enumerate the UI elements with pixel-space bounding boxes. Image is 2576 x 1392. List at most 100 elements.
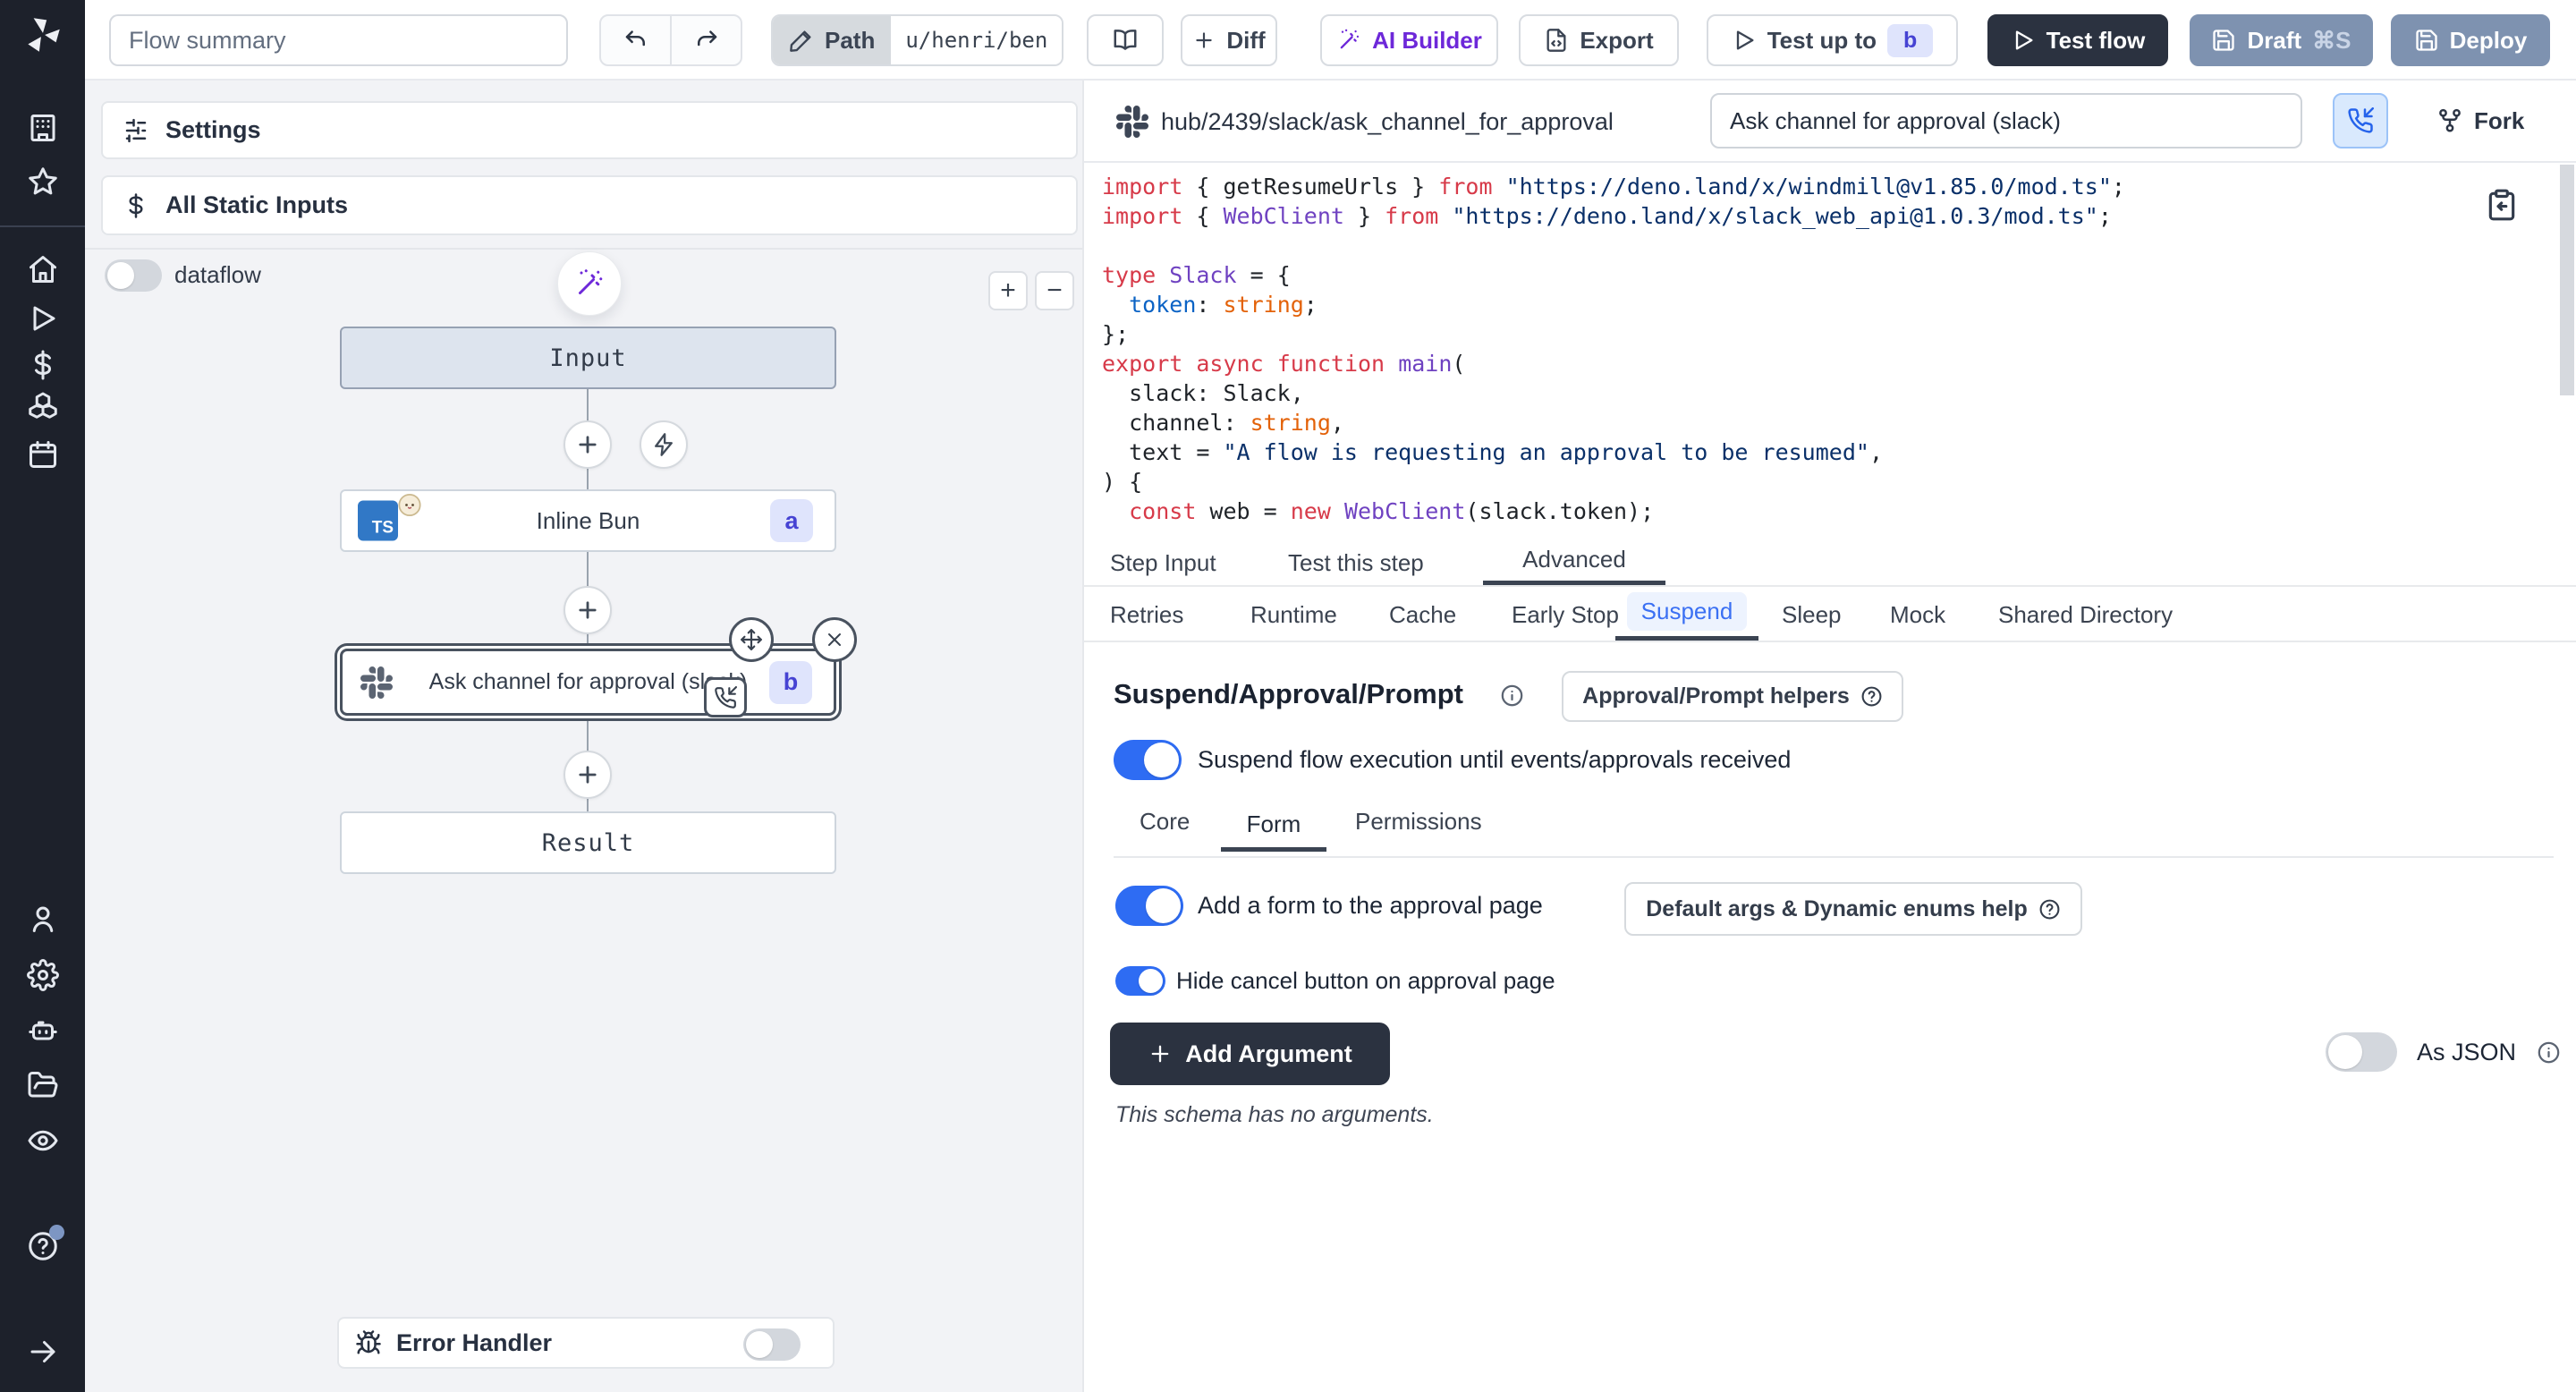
- subtab-cache[interactable]: Cache: [1389, 587, 1456, 642]
- step-node-a[interactable]: TS Inline Bun a: [340, 489, 836, 552]
- favorites-star-icon[interactable]: [27, 166, 59, 198]
- ai-flow-wand-button[interactable]: [557, 251, 622, 316]
- input-node[interactable]: Input: [340, 327, 836, 389]
- subtab-early-stop[interactable]: Early Stop: [1512, 587, 1619, 642]
- step-name-input[interactable]: [1710, 93, 2302, 149]
- zoom-out-button[interactable]: −: [1035, 271, 1074, 310]
- workers-bot-icon[interactable]: [27, 1014, 59, 1047]
- collapse-arrow-icon[interactable]: [27, 1336, 59, 1368]
- dataflow-toggle[interactable]: [105, 259, 162, 292]
- scrollbar-thumb[interactable]: [2560, 165, 2574, 395]
- question-circle-icon: [2038, 898, 2061, 921]
- tab-advanced-active[interactable]: Advanced: [1483, 539, 1665, 585]
- suspend-section-title: Suspend/Approval/Prompt: [1114, 678, 1463, 710]
- schedules-calendar-icon[interactable]: [27, 438, 59, 471]
- copy-code-button[interactable]: [2485, 188, 2519, 222]
- move-step-button[interactable]: [729, 617, 774, 662]
- hide-cancel-toggle[interactable]: [1115, 966, 1165, 996]
- info-icon[interactable]: [1500, 683, 1524, 708]
- draft-shortcut: ⌘S: [2312, 27, 2351, 55]
- runs-play-icon[interactable]: [27, 302, 59, 335]
- flow-edge: [587, 552, 589, 586]
- folders-icon[interactable]: [27, 1069, 59, 1101]
- path-button-group[interactable]: Path u/henri/ben: [771, 14, 1063, 66]
- path-button[interactable]: Path: [773, 16, 891, 64]
- insert-step-button[interactable]: [564, 586, 612, 634]
- suspend-tab-form-active[interactable]: Form: [1221, 805, 1326, 852]
- undo-button[interactable]: [601, 16, 672, 64]
- subtab-shared-directory[interactable]: Shared Directory: [1998, 587, 2173, 642]
- diff-button-label: Diff: [1226, 27, 1265, 55]
- bun-icon: [397, 493, 422, 518]
- add-argument-button[interactable]: Add Argument: [1110, 1023, 1390, 1085]
- zoom-in-button[interactable]: +: [988, 271, 1028, 310]
- subtab-retries[interactable]: Retries: [1110, 587, 1183, 642]
- tab-step-input[interactable]: Step Input: [1110, 539, 1216, 587]
- suspend-flow-toggle[interactable]: [1114, 740, 1182, 780]
- redo-button[interactable]: [672, 16, 741, 64]
- play-icon: [1732, 28, 1757, 53]
- approval-prompt-helpers-button[interactable]: Approval/Prompt helpers: [1562, 671, 1903, 722]
- windmill-flow-editor: Path u/henri/ben Diff AI Builder Export …: [0, 0, 2576, 1392]
- insert-step-button[interactable]: [564, 751, 612, 799]
- path-value[interactable]: u/henri/ben: [891, 16, 1062, 64]
- settings-gear-icon[interactable]: [27, 959, 59, 991]
- draft-button[interactable]: Draft ⌘S: [2190, 14, 2373, 66]
- trigger-zap-button[interactable]: [640, 420, 688, 469]
- audit-eye-icon[interactable]: [27, 1125, 59, 1157]
- flow-edge: [587, 469, 589, 489]
- suspend-phone-button[interactable]: [2333, 93, 2388, 149]
- phone-incoming-icon: [2347, 107, 2374, 134]
- test-up-to-button[interactable]: Test up to b: [1707, 14, 1958, 66]
- error-handler-card[interactable]: Error Handler: [337, 1317, 835, 1369]
- section-divider: [1114, 856, 2554, 858]
- insert-step-button[interactable]: [564, 420, 612, 469]
- ai-builder-button[interactable]: AI Builder: [1320, 14, 1498, 66]
- result-node[interactable]: Result: [340, 811, 836, 874]
- plus-icon: [575, 432, 600, 457]
- fork-button[interactable]: Fork: [2436, 93, 2524, 149]
- as-json-toggle[interactable]: [2326, 1032, 2397, 1072]
- subtab-suspend-label: Suspend: [1627, 592, 1748, 631]
- toolbar: Path u/henri/ben Diff AI Builder Export …: [85, 0, 2576, 81]
- workspace-icon[interactable]: [27, 112, 59, 144]
- resources-boxes-icon[interactable]: [27, 391, 59, 423]
- subtab-mock[interactable]: Mock: [1890, 587, 1945, 642]
- default-args-help-button[interactable]: Default args & Dynamic enums help: [1624, 882, 2082, 936]
- info-icon[interactable]: [2537, 1040, 2561, 1065]
- input-node-label: Input: [549, 344, 626, 372]
- help-icon[interactable]: [27, 1230, 59, 1262]
- all-static-inputs-card[interactable]: All Static Inputs: [101, 175, 1078, 235]
- delete-step-button[interactable]: [812, 617, 857, 662]
- home-icon[interactable]: [27, 253, 59, 285]
- export-button[interactable]: Export: [1519, 14, 1679, 66]
- plus-icon: [575, 762, 600, 787]
- suspend-phone-indicator[interactable]: [704, 677, 747, 717]
- move-icon: [740, 628, 763, 651]
- deploy-label: Deploy: [2450, 27, 2528, 55]
- typescript-bun-icon: TS: [358, 501, 398, 541]
- help-notification-dot: [49, 1225, 64, 1240]
- plus-icon: [575, 598, 600, 623]
- diff-button[interactable]: Diff: [1181, 14, 1277, 66]
- add-form-toggle[interactable]: [1115, 886, 1183, 926]
- deploy-button[interactable]: Deploy: [2391, 14, 2550, 66]
- suspend-tab-core[interactable]: Core: [1140, 805, 1190, 837]
- code-editor-area[interactable]: import { getResumeUrls } from "https://d…: [1084, 165, 2576, 539]
- clipboard-paste-icon: [2485, 188, 2519, 222]
- flow-summary-input[interactable]: [109, 14, 568, 66]
- flow-edge: [587, 389, 589, 420]
- subtab-sleep[interactable]: Sleep: [1782, 587, 1842, 642]
- subtab-runtime[interactable]: Runtime: [1250, 587, 1337, 642]
- subtab-suspend-active[interactable]: Suspend: [1615, 587, 1758, 641]
- tab-test-this-step[interactable]: Test this step: [1288, 539, 1424, 587]
- windmill-logo-icon[interactable]: [21, 13, 65, 57]
- code-editor[interactable]: import { getResumeUrls } from "https://d…: [1102, 172, 2125, 526]
- suspend-tab-permissions[interactable]: Permissions: [1355, 805, 1482, 837]
- flow-settings-card[interactable]: Settings: [101, 101, 1078, 159]
- test-flow-button[interactable]: Test flow: [1987, 14, 2168, 66]
- error-handler-toggle[interactable]: [743, 1328, 801, 1361]
- variables-dollar-icon[interactable]: [27, 349, 59, 381]
- users-icon[interactable]: [27, 903, 59, 935]
- docs-button[interactable]: [1087, 14, 1164, 66]
